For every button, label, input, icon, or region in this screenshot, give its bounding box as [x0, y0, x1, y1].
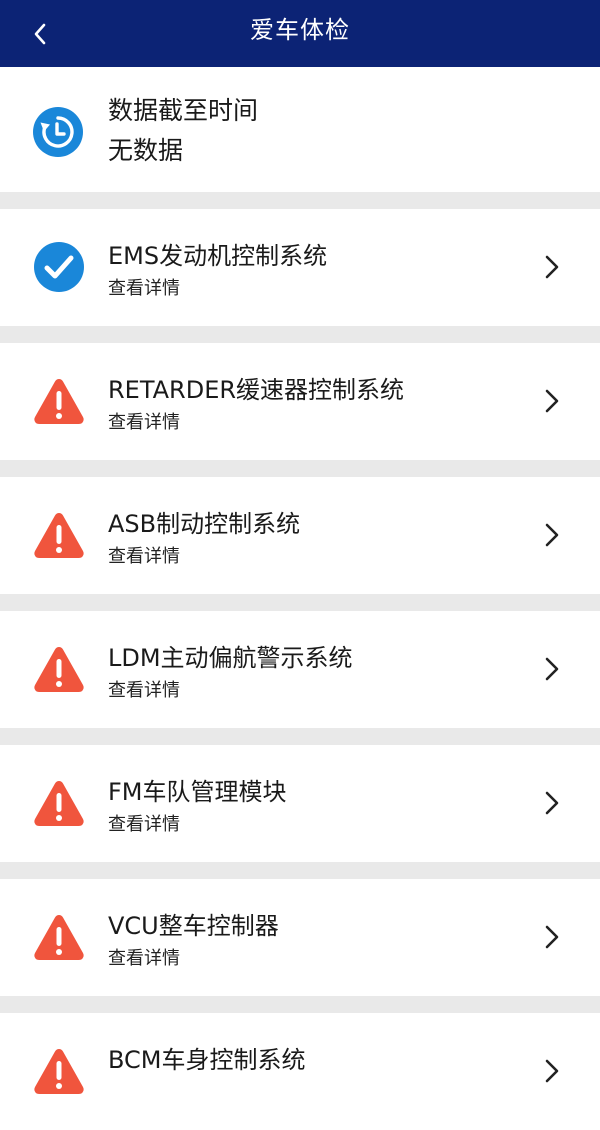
- data-time-label: 数据截至时间: [108, 96, 259, 125]
- data-time-value: 无数据: [108, 136, 184, 165]
- chevron-right-icon: [545, 925, 559, 949]
- check-circle-icon: [34, 242, 84, 292]
- chevron-right-icon: [545, 389, 559, 413]
- system-row-retarder[interactable]: RETARDER缓速器控制系统 查看详情: [0, 343, 600, 460]
- warning-triangle-icon: [34, 1049, 84, 1094]
- data-time-card: 数据截至时间 无数据: [0, 67, 600, 192]
- warning-triangle-icon: [34, 781, 84, 826]
- view-details-link[interactable]: 查看详情: [108, 411, 180, 435]
- view-details-link[interactable]: 查看详情: [108, 679, 180, 703]
- chevron-right-icon: [545, 523, 559, 547]
- app-header: 爱车体检: [0, 0, 600, 67]
- system-row-ems[interactable]: EMS发动机控制系统 查看详情: [0, 209, 600, 326]
- page-title: 爱车体检: [250, 16, 350, 44]
- system-name: VCU整车控制器: [108, 912, 279, 940]
- system-name: EMS发动机控制系统: [108, 242, 328, 270]
- system-name: RETARDER缓速器控制系统: [108, 376, 405, 404]
- view-details-link[interactable]: 查看详情: [108, 277, 180, 301]
- view-details-link[interactable]: 查看详情: [108, 947, 180, 971]
- warning-triangle-icon: [34, 513, 84, 558]
- system-name: FM车队管理模块: [108, 778, 287, 806]
- chevron-right-icon: [545, 1059, 559, 1083]
- clock-refresh-icon: [33, 107, 83, 157]
- system-row-vcu[interactable]: VCU整车控制器 查看详情: [0, 879, 600, 996]
- system-row-fm[interactable]: FM车队管理模块 查看详情: [0, 745, 600, 862]
- chevron-right-icon: [545, 791, 559, 815]
- system-row-ldm[interactable]: LDM主动偏航警示系统 查看详情: [0, 611, 600, 728]
- warning-triangle-icon: [34, 915, 84, 960]
- chevron-right-icon: [545, 657, 559, 681]
- system-row-asb[interactable]: ASB制动控制系统 查看详情: [0, 477, 600, 594]
- chevron-right-icon: [545, 255, 559, 279]
- system-name: ASB制动控制系统: [108, 510, 301, 538]
- view-details-link[interactable]: 查看详情: [108, 545, 180, 569]
- system-row-bcm[interactable]: BCM车身控制系统: [0, 1013, 600, 1130]
- system-name: BCM车身控制系统: [108, 1046, 306, 1074]
- warning-triangle-icon: [34, 379, 84, 424]
- system-name: LDM主动偏航警示系统: [108, 644, 353, 672]
- warning-triangle-icon: [34, 647, 84, 692]
- view-details-link[interactable]: 查看详情: [108, 813, 180, 837]
